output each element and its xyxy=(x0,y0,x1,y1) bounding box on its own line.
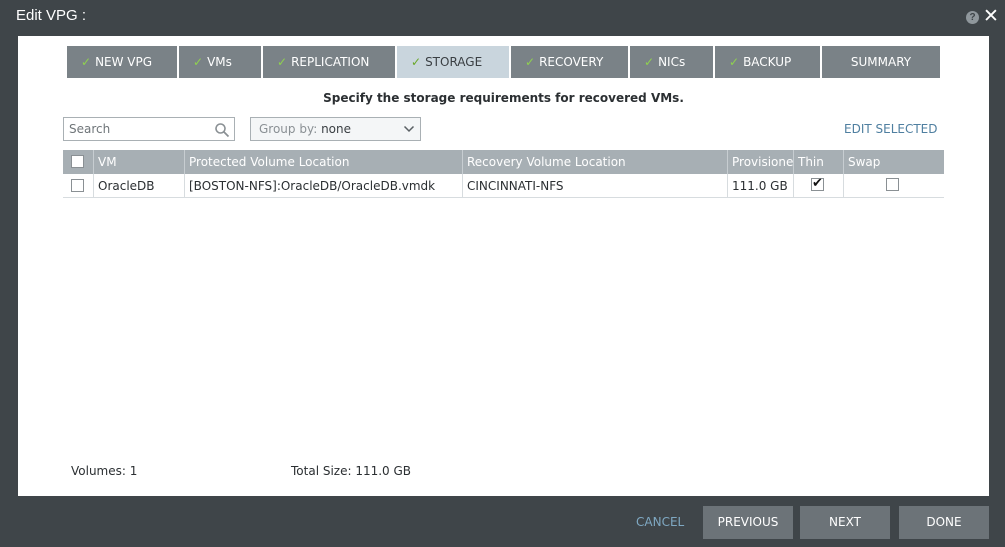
tab-new-vpg[interactable]: ✓ NEW VPG xyxy=(67,46,177,78)
check-icon: ✓ xyxy=(411,55,422,69)
search-box[interactable] xyxy=(63,117,235,141)
tab-label: NICs xyxy=(658,55,686,69)
check-icon: ✓ xyxy=(193,55,204,69)
cell-thin xyxy=(793,174,843,198)
row-select-checkbox[interactable] xyxy=(71,179,84,192)
thin-checkbox[interactable] xyxy=(811,176,824,192)
window-title: Edit VPG : xyxy=(16,7,87,24)
tab-backup[interactable]: ✓ BACKUP xyxy=(715,46,820,78)
close-icon[interactable]: ✕ xyxy=(982,6,1000,28)
select-all-checkbox[interactable] xyxy=(71,155,84,168)
group-by-value: none xyxy=(321,122,352,136)
row-select-cell xyxy=(63,174,93,198)
column-header-thin[interactable]: Thin xyxy=(793,150,843,174)
tab-label: SUMMARY xyxy=(850,55,912,69)
previous-button[interactable]: PREVIOUS xyxy=(703,506,793,539)
tab-label: NEW VPG xyxy=(95,55,153,69)
cell-recovery-location[interactable]: CINCINNATI-NFS xyxy=(462,174,727,198)
volumes-count: Volumes: 1 xyxy=(71,464,138,478)
tab-label: STORAGE xyxy=(425,55,483,69)
grid-header: VM Protected Volume Location Recovery Vo… xyxy=(63,150,944,174)
storage-grid: VM Protected Volume Location Recovery Vo… xyxy=(63,150,944,198)
column-header-vm[interactable]: VM xyxy=(93,150,184,174)
group-by-label: Group by: xyxy=(259,122,318,136)
help-icon[interactable]: ? xyxy=(966,11,979,24)
check-icon: ✓ xyxy=(525,55,536,69)
tab-label: RECOVERY xyxy=(539,55,604,69)
edit-selected-link[interactable]: EDIT SELECTED xyxy=(844,122,938,136)
cell-provisioned: 111.0 GB xyxy=(727,174,793,198)
title-bar: Edit VPG : ? ✕ xyxy=(0,0,1005,36)
column-header-protected-location[interactable]: Protected Volume Location xyxy=(184,150,462,174)
swap-checkbox[interactable] xyxy=(886,178,899,191)
check-icon: ✓ xyxy=(277,55,288,69)
tab-storage[interactable]: ✓ STORAGE xyxy=(397,46,509,78)
check-icon: ✓ xyxy=(729,55,740,69)
tab-label: BACKUP xyxy=(743,55,792,69)
tab-label: VMs xyxy=(207,55,232,69)
search-icon[interactable] xyxy=(214,122,230,138)
chevron-down-icon xyxy=(403,125,415,133)
check-icon: ✓ xyxy=(81,55,92,69)
tab-summary[interactable]: SUMMARY xyxy=(822,46,940,78)
instructions: Specify the storage requirements for rec… xyxy=(323,91,684,105)
tab-nics[interactable]: ✓ NICs xyxy=(630,46,713,78)
cell-swap xyxy=(843,174,944,198)
tab-replication[interactable]: ✓ REPLICATION xyxy=(263,46,395,78)
column-header-provisioned[interactable]: Provisioned xyxy=(727,150,793,174)
done-button[interactable]: DONE xyxy=(899,506,989,539)
tab-label: REPLICATION xyxy=(291,55,370,69)
column-header-recovery-location[interactable]: Recovery Volume Location xyxy=(462,150,727,174)
dialog-panel: ✓ NEW VPG ✓ VMs ✓ REPLICATION ✓ STORAGE ✓ REC… xyxy=(18,36,989,496)
next-button[interactable]: NEXT xyxy=(800,506,890,539)
check-icon: ✓ xyxy=(644,55,655,69)
select-all-cell xyxy=(63,150,93,174)
total-size: Total Size: 111.0 GB xyxy=(291,464,412,478)
cancel-button[interactable]: CANCEL xyxy=(636,515,684,529)
cell-protected-location: [BOSTON-NFS]:OracleDB/OracleDB.vmdk xyxy=(184,174,462,198)
column-header-swap[interactable]: Swap xyxy=(843,150,944,174)
tab-vms[interactable]: ✓ VMs xyxy=(179,46,261,78)
table-row[interactable]: OracleDB [BOSTON-NFS]:OracleDB/OracleDB.… xyxy=(63,174,944,198)
tab-recovery[interactable]: ✓ RECOVERY xyxy=(511,46,628,78)
cell-vm: OracleDB xyxy=(93,174,184,198)
search-input[interactable] xyxy=(64,118,204,140)
group-by-select[interactable]: Group by: none xyxy=(250,117,421,141)
